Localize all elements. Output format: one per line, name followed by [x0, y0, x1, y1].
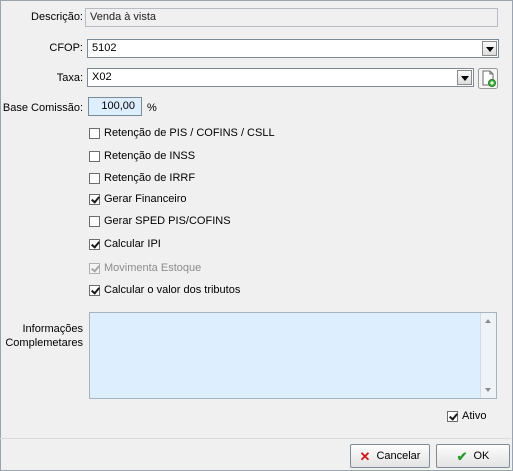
ok-button-label: OK: [473, 450, 490, 462]
checkbox-box[interactable]: [89, 215, 100, 227]
checkbox-label: Calcular o valor dos tributos: [104, 284, 241, 296]
checkbox-label: Gerar SPED PIS/COFINS: [104, 215, 231, 227]
scroll-down-icon[interactable]: [485, 388, 491, 392]
x-icon: ✕: [359, 448, 371, 464]
checkbox-box[interactable]: [89, 172, 100, 184]
checkbox-label: Gerar Financeiro: [104, 193, 187, 205]
checkbox-box[interactable]: [89, 193, 100, 205]
taxa-dropdown-icon[interactable]: [457, 70, 472, 85]
scroll-up-icon[interactable]: [485, 319, 491, 323]
checkbox-label: Retenção de IRRF: [104, 172, 196, 184]
checkbox-movimenta-estoque: Movimenta Estoque: [89, 260, 201, 276]
new-document-icon[interactable]: [478, 68, 498, 89]
checkbox-gerar-financeiro[interactable]: Gerar Financeiro: [89, 191, 187, 207]
checkbox-box[interactable]: [89, 150, 100, 162]
checkbox-retencao-irrf[interactable]: Retenção de IRRF: [89, 170, 195, 186]
cfop-select[interactable]: 5102: [87, 39, 499, 58]
informacoes-label-line2: Complemetares: [5, 337, 83, 349]
checkbox-retencao-pis-cofins-csll[interactable]: Retenção de PIS / COFINS / CSLL: [89, 125, 275, 141]
textarea-scrollbar[interactable]: [480, 313, 496, 398]
checkbox-calcular-ipi[interactable]: Calcular IPI: [89, 236, 161, 252]
cancel-button-label: Cancelar: [376, 450, 421, 462]
taxa-select[interactable]: X02: [87, 68, 474, 87]
checkbox-box[interactable]: [89, 238, 100, 250]
footer-divider: [0, 438, 511, 439]
cfop-dropdown-icon[interactable]: [482, 41, 497, 56]
checkbox-label: Calcular IPI: [104, 238, 161, 250]
checkbox-ativo[interactable]: Ativo: [447, 408, 486, 424]
base-comissao-input[interactable]: 100,00: [88, 97, 142, 116]
informacoes-textarea[interactable]: [89, 312, 497, 399]
checkbox-label: Retenção de INSS: [104, 150, 196, 162]
base-comissao-label: Base Comissão:: [2, 102, 83, 114]
checkbox-gerar-sped-pis-cofins[interactable]: Gerar SPED PIS/COFINS: [89, 213, 231, 229]
checkbox-box[interactable]: [89, 127, 100, 139]
informacoes-label-line1: Informações: [22, 323, 83, 335]
checkbox-label: Ativo: [462, 410, 487, 422]
checkmark-icon: ✔: [456, 448, 468, 464]
checkbox-box[interactable]: [447, 410, 458, 422]
checkbox-label: Movimenta Estoque: [104, 262, 202, 274]
cfop-value: 5102: [92, 42, 117, 54]
taxa-value: X02: [92, 71, 112, 83]
checkbox-box: [89, 262, 100, 274]
descricao-field[interactable]: Venda à vista: [85, 8, 498, 27]
ok-button[interactable]: ✔ OK: [436, 444, 510, 468]
percent-label: %: [147, 102, 157, 114]
checkbox-retencao-inss[interactable]: Retenção de INSS: [89, 148, 195, 164]
checkbox-label: Retenção de PIS / COFINS / CSLL: [104, 127, 275, 139]
cfop-label: CFOP:: [49, 42, 83, 54]
taxa-label: Taxa:: [56, 72, 83, 84]
descricao-label: Descrição:: [31, 11, 83, 23]
cancel-button[interactable]: ✕ Cancelar: [350, 444, 430, 468]
checkbox-box[interactable]: [89, 284, 100, 296]
checkbox-calcular-valor-tributos[interactable]: Calcular o valor dos tributos: [89, 282, 240, 298]
